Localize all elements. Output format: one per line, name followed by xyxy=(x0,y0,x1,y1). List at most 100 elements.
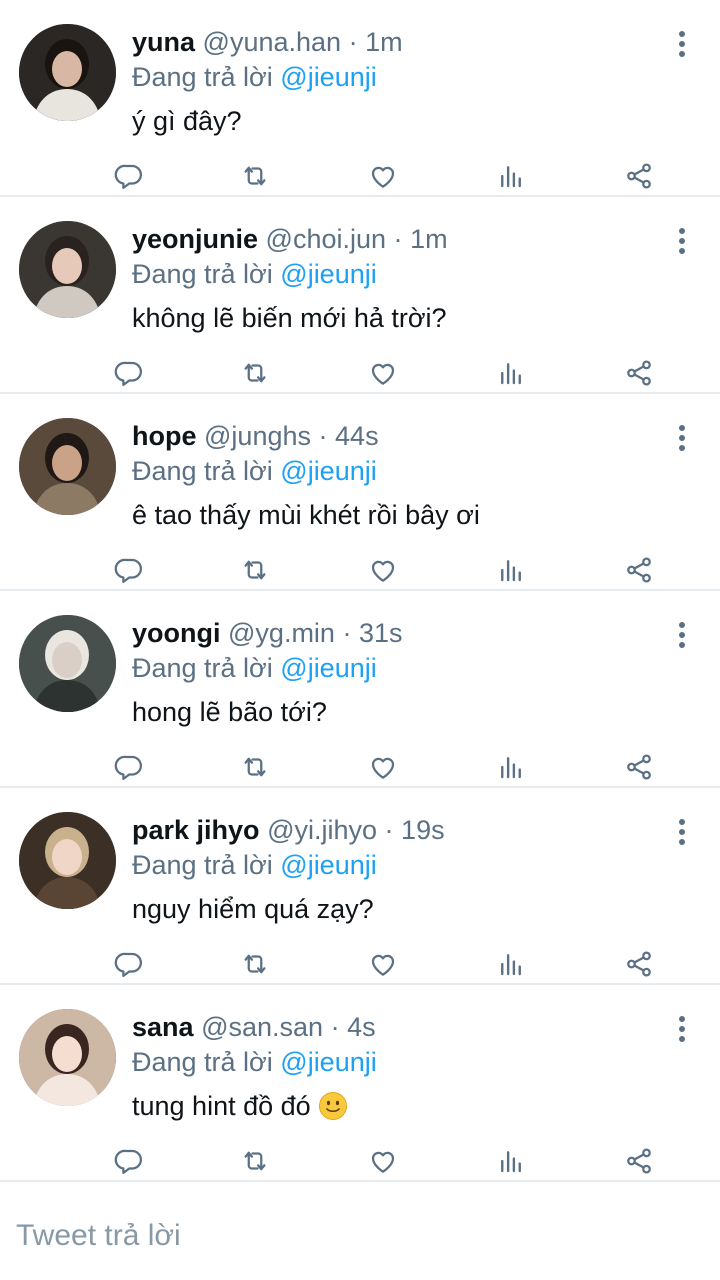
share-button[interactable] xyxy=(619,550,659,590)
tweet-item[interactable]: yoongi @yg.min · 31s Đang trả lời @jieunj… xyxy=(0,591,720,788)
share-button[interactable] xyxy=(619,944,659,984)
avatar[interactable] xyxy=(19,24,116,121)
mention-link[interactable]: @jieunji xyxy=(280,456,376,486)
replying-to: Đang trả lời @jieunji xyxy=(132,652,377,684)
like-button[interactable] xyxy=(363,1141,403,1181)
more-options-button[interactable] xyxy=(676,818,688,846)
replying-to-label: Đang trả lời xyxy=(132,653,273,683)
analytics-button[interactable] xyxy=(491,353,531,393)
more-options-button[interactable] xyxy=(676,621,688,649)
share-icon xyxy=(624,161,654,191)
more-vertical-icon xyxy=(676,424,688,457)
tweet-item[interactable]: park jihyo @yi.jihyo · 19s Đang trả lời @… xyxy=(0,788,720,985)
username: @yg.min xyxy=(228,618,335,648)
tweet-item[interactable]: hope @junghs · 44s Đang trả lời @jieunji ê… xyxy=(0,394,720,591)
like-icon xyxy=(368,161,398,191)
display-name[interactable]: yoongi xyxy=(132,618,221,648)
like-button[interactable] xyxy=(363,747,403,787)
more-vertical-icon xyxy=(676,818,688,851)
tweet-text-content: không lẽ biến mới hả trời? xyxy=(132,303,447,333)
reply-button[interactable] xyxy=(109,1141,149,1181)
share-button[interactable] xyxy=(619,1141,659,1181)
tweet-text: không lẽ biến mới hả trời? xyxy=(132,301,447,335)
share-button[interactable] xyxy=(619,353,659,393)
separator-dot: · xyxy=(318,421,328,451)
more-options-button[interactable] xyxy=(676,227,688,255)
display-name[interactable]: yeonjunie xyxy=(132,224,258,254)
replying-to-label: Đang trả lời xyxy=(132,1047,273,1077)
mention-link[interactable]: @jieunji xyxy=(280,259,376,289)
retweet-button[interactable] xyxy=(235,550,275,590)
more-options-button[interactable] xyxy=(676,30,688,58)
like-button[interactable] xyxy=(363,353,403,393)
analytics-button[interactable] xyxy=(491,1141,531,1181)
retweet-icon xyxy=(240,358,270,388)
display-name[interactable]: sana xyxy=(132,1012,194,1042)
mention-link[interactable]: @jieunji xyxy=(280,62,376,92)
retweet-button[interactable] xyxy=(235,944,275,984)
replying-to: Đang trả lời @jieunji xyxy=(132,455,377,487)
tweet-text-content: tung hint đồ đó xyxy=(132,1091,311,1121)
mention-link[interactable]: @jieunji xyxy=(280,850,376,880)
display-name[interactable]: yuna xyxy=(132,27,195,57)
username: @choi.jun xyxy=(265,224,387,254)
timestamp: 1m xyxy=(365,27,403,57)
tweet-text: ê tao thấy mùi khét rồi bây ơi xyxy=(132,498,480,532)
retweet-icon xyxy=(240,161,270,191)
reply-button[interactable] xyxy=(109,156,149,196)
analytics-button[interactable] xyxy=(491,550,531,590)
like-button[interactable] xyxy=(363,550,403,590)
reply-icon xyxy=(114,949,144,979)
analytics-button[interactable] xyxy=(491,156,531,196)
reply-button[interactable] xyxy=(109,747,149,787)
avatar[interactable] xyxy=(19,615,116,712)
retweet-icon xyxy=(240,1146,270,1176)
avatar[interactable] xyxy=(19,418,116,515)
retweet-icon xyxy=(240,752,270,782)
retweet-button[interactable] xyxy=(235,747,275,787)
share-icon xyxy=(624,555,654,585)
more-options-button[interactable] xyxy=(676,424,688,452)
share-button[interactable] xyxy=(619,156,659,196)
reply-input[interactable] xyxy=(16,1213,696,1259)
tweet-item[interactable]: yuna @yuna.han · 1m Đang trả lời @jieunji… xyxy=(0,0,720,197)
timestamp: 44s xyxy=(335,421,379,451)
timestamp: 31s xyxy=(358,618,403,648)
analytics-button[interactable] xyxy=(491,747,531,787)
like-button[interactable] xyxy=(363,944,403,984)
display-name[interactable]: park jihyo xyxy=(132,815,260,845)
like-icon xyxy=(368,1146,398,1176)
username: @san.san xyxy=(201,1012,324,1042)
analytics-icon xyxy=(496,752,526,782)
avatar[interactable] xyxy=(19,1009,116,1106)
replying-to-label: Đang trả lời xyxy=(132,62,273,92)
reply-button[interactable] xyxy=(109,944,149,984)
mention-link[interactable]: @jieunji xyxy=(280,1047,376,1077)
analytics-icon xyxy=(496,949,526,979)
avatar[interactable] xyxy=(19,221,116,318)
tweet-header: yuna @yuna.han · 1m xyxy=(132,26,403,58)
analytics-button[interactable] xyxy=(491,944,531,984)
like-button[interactable] xyxy=(363,156,403,196)
tweet-item[interactable]: yeonjunie @choi.jun · 1m Đang trả lời @ji… xyxy=(0,197,720,394)
retweet-button[interactable] xyxy=(235,156,275,196)
reply-icon xyxy=(114,358,144,388)
retweet-button[interactable] xyxy=(235,1141,275,1181)
analytics-icon xyxy=(496,161,526,191)
retweet-icon xyxy=(240,555,270,585)
retweet-button[interactable] xyxy=(235,353,275,393)
avatar[interactable] xyxy=(19,812,116,909)
share-button[interactable] xyxy=(619,747,659,787)
mention-link[interactable]: @jieunji xyxy=(280,653,376,683)
reply-composer xyxy=(0,1193,720,1280)
separator-dot: · xyxy=(348,27,358,57)
reply-button[interactable] xyxy=(109,550,149,590)
display-name[interactable]: hope xyxy=(132,421,197,451)
tweet-header: yoongi @yg.min · 31s xyxy=(132,617,403,649)
separator-dot: · xyxy=(393,224,403,254)
tweet-item[interactable]: sana @san.san · 4s Đang trả lời @jieunji t… xyxy=(0,985,720,1182)
separator-dot: · xyxy=(330,1012,340,1042)
more-options-button[interactable] xyxy=(676,1015,688,1043)
tweet-text: hong lẽ bão tới? xyxy=(132,695,327,729)
reply-button[interactable] xyxy=(109,353,149,393)
